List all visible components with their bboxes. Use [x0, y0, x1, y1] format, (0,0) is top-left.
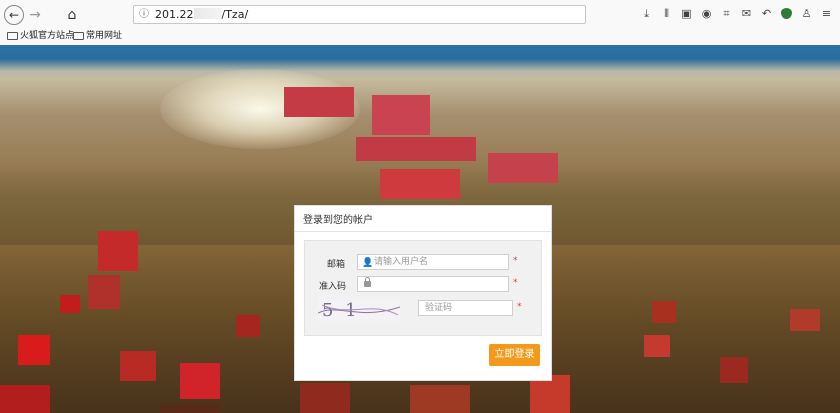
captcha-image[interactable]: 5 1 W4 [318, 299, 400, 321]
flower-block [372, 95, 430, 135]
shield-icon[interactable] [781, 8, 792, 19]
browser-toolbar: ← → ⌂ ⓘ 201.22/Tza/ ⤓ ⫴ ▣ ◉ ⌗ ✉ ↶ ♙ ≡ [0, 0, 840, 29]
screenshot-icon[interactable]: ⌗ [721, 6, 732, 22]
url-redaction [193, 8, 222, 19]
library-icon[interactable]: ⫴ [661, 6, 672, 22]
captcha-field[interactable]: 验证码 [418, 300, 513, 316]
flower-block [236, 315, 260, 337]
flower-block [790, 309, 820, 331]
required-mark: * [513, 256, 518, 266]
flower-block [380, 169, 460, 199]
flower-block [180, 363, 220, 399]
undo-icon[interactable]: ↶ [761, 6, 772, 22]
flower-block [410, 385, 470, 413]
background-image: 登录到您的帐户 邮箱 👤 请输入用户名 * 准入码 * 5 1 W4 [0, 45, 840, 413]
forward-icon[interactable]: → [25, 5, 45, 25]
home-icon[interactable]: ⌂ [62, 5, 82, 25]
bookmark-item[interactable]: 常用网址 [72, 30, 122, 43]
password-field[interactable] [357, 276, 509, 292]
flower-block [60, 295, 80, 313]
reader-icon[interactable]: ▣ [681, 6, 692, 22]
flower-block [720, 357, 748, 383]
bookmark-item[interactable]: 火狐官方站点 [6, 30, 74, 43]
flower-block [0, 385, 50, 413]
flower-block [88, 275, 120, 309]
chat-icon[interactable]: ✉ [741, 6, 752, 22]
bookmarks-bar: 火狐官方站点 常用网址 [0, 29, 840, 45]
user-icon: 👤 [362, 258, 374, 268]
flower-block [300, 383, 350, 413]
folder-icon [73, 32, 84, 40]
email-placeholder: 请输入用户名 [374, 257, 429, 267]
divider [295, 231, 551, 232]
email-field[interactable]: 👤 请输入用户名 [357, 254, 509, 270]
back-icon[interactable]: ← [4, 5, 24, 25]
login-card: 登录到您的帐户 邮箱 👤 请输入用户名 * 准入码 * 5 1 W4 [294, 205, 552, 381]
bookmark-label: 火狐官方站点 [20, 31, 75, 41]
captcha-placeholder: 验证码 [425, 303, 453, 313]
flower-block [284, 87, 354, 117]
flower-block [18, 335, 50, 365]
flower-block [644, 335, 670, 357]
account-icon[interactable]: ◉ [701, 6, 712, 22]
required-mark: * [513, 278, 518, 288]
email-label: 邮箱 [327, 260, 346, 270]
captcha-noise [318, 304, 400, 316]
url-prefix: 201.22 [155, 8, 194, 21]
flower-block [488, 153, 558, 183]
address-bar[interactable]: ⓘ 201.22/Tza/ [133, 5, 586, 24]
login-form: 邮箱 👤 请输入用户名 * 准入码 * 5 1 W4 验证码 * [304, 240, 542, 336]
password-label: 准入码 [319, 282, 347, 292]
flower-block [356, 137, 476, 161]
extension-icon[interactable]: ♙ [801, 6, 812, 22]
login-title: 登录到您的帐户 [303, 215, 373, 226]
lock-icon [364, 277, 371, 287]
folder-icon [7, 32, 18, 40]
flower-block [160, 405, 220, 413]
flower-block [652, 301, 676, 323]
required-mark: * [517, 302, 522, 312]
login-button[interactable]: 立即登录 [489, 344, 540, 366]
url-suffix: /Tza/ [221, 8, 249, 21]
toolbar-icons: ⤓ ⫴ ▣ ◉ ⌗ ✉ ↶ ♙ ≡ [641, 6, 832, 24]
info-icon[interactable]: ⓘ [139, 6, 149, 23]
download-icon[interactable]: ⤓ [641, 6, 652, 22]
flower-block [120, 351, 156, 381]
browser-chrome: ← → ⌂ ⓘ 201.22/Tza/ ⤓ ⫴ ▣ ◉ ⌗ ✉ ↶ ♙ ≡ 火狐… [0, 0, 840, 45]
menu-icon[interactable]: ≡ [821, 6, 832, 22]
flower-block [98, 231, 138, 271]
bookmark-label: 常用网址 [86, 31, 123, 41]
